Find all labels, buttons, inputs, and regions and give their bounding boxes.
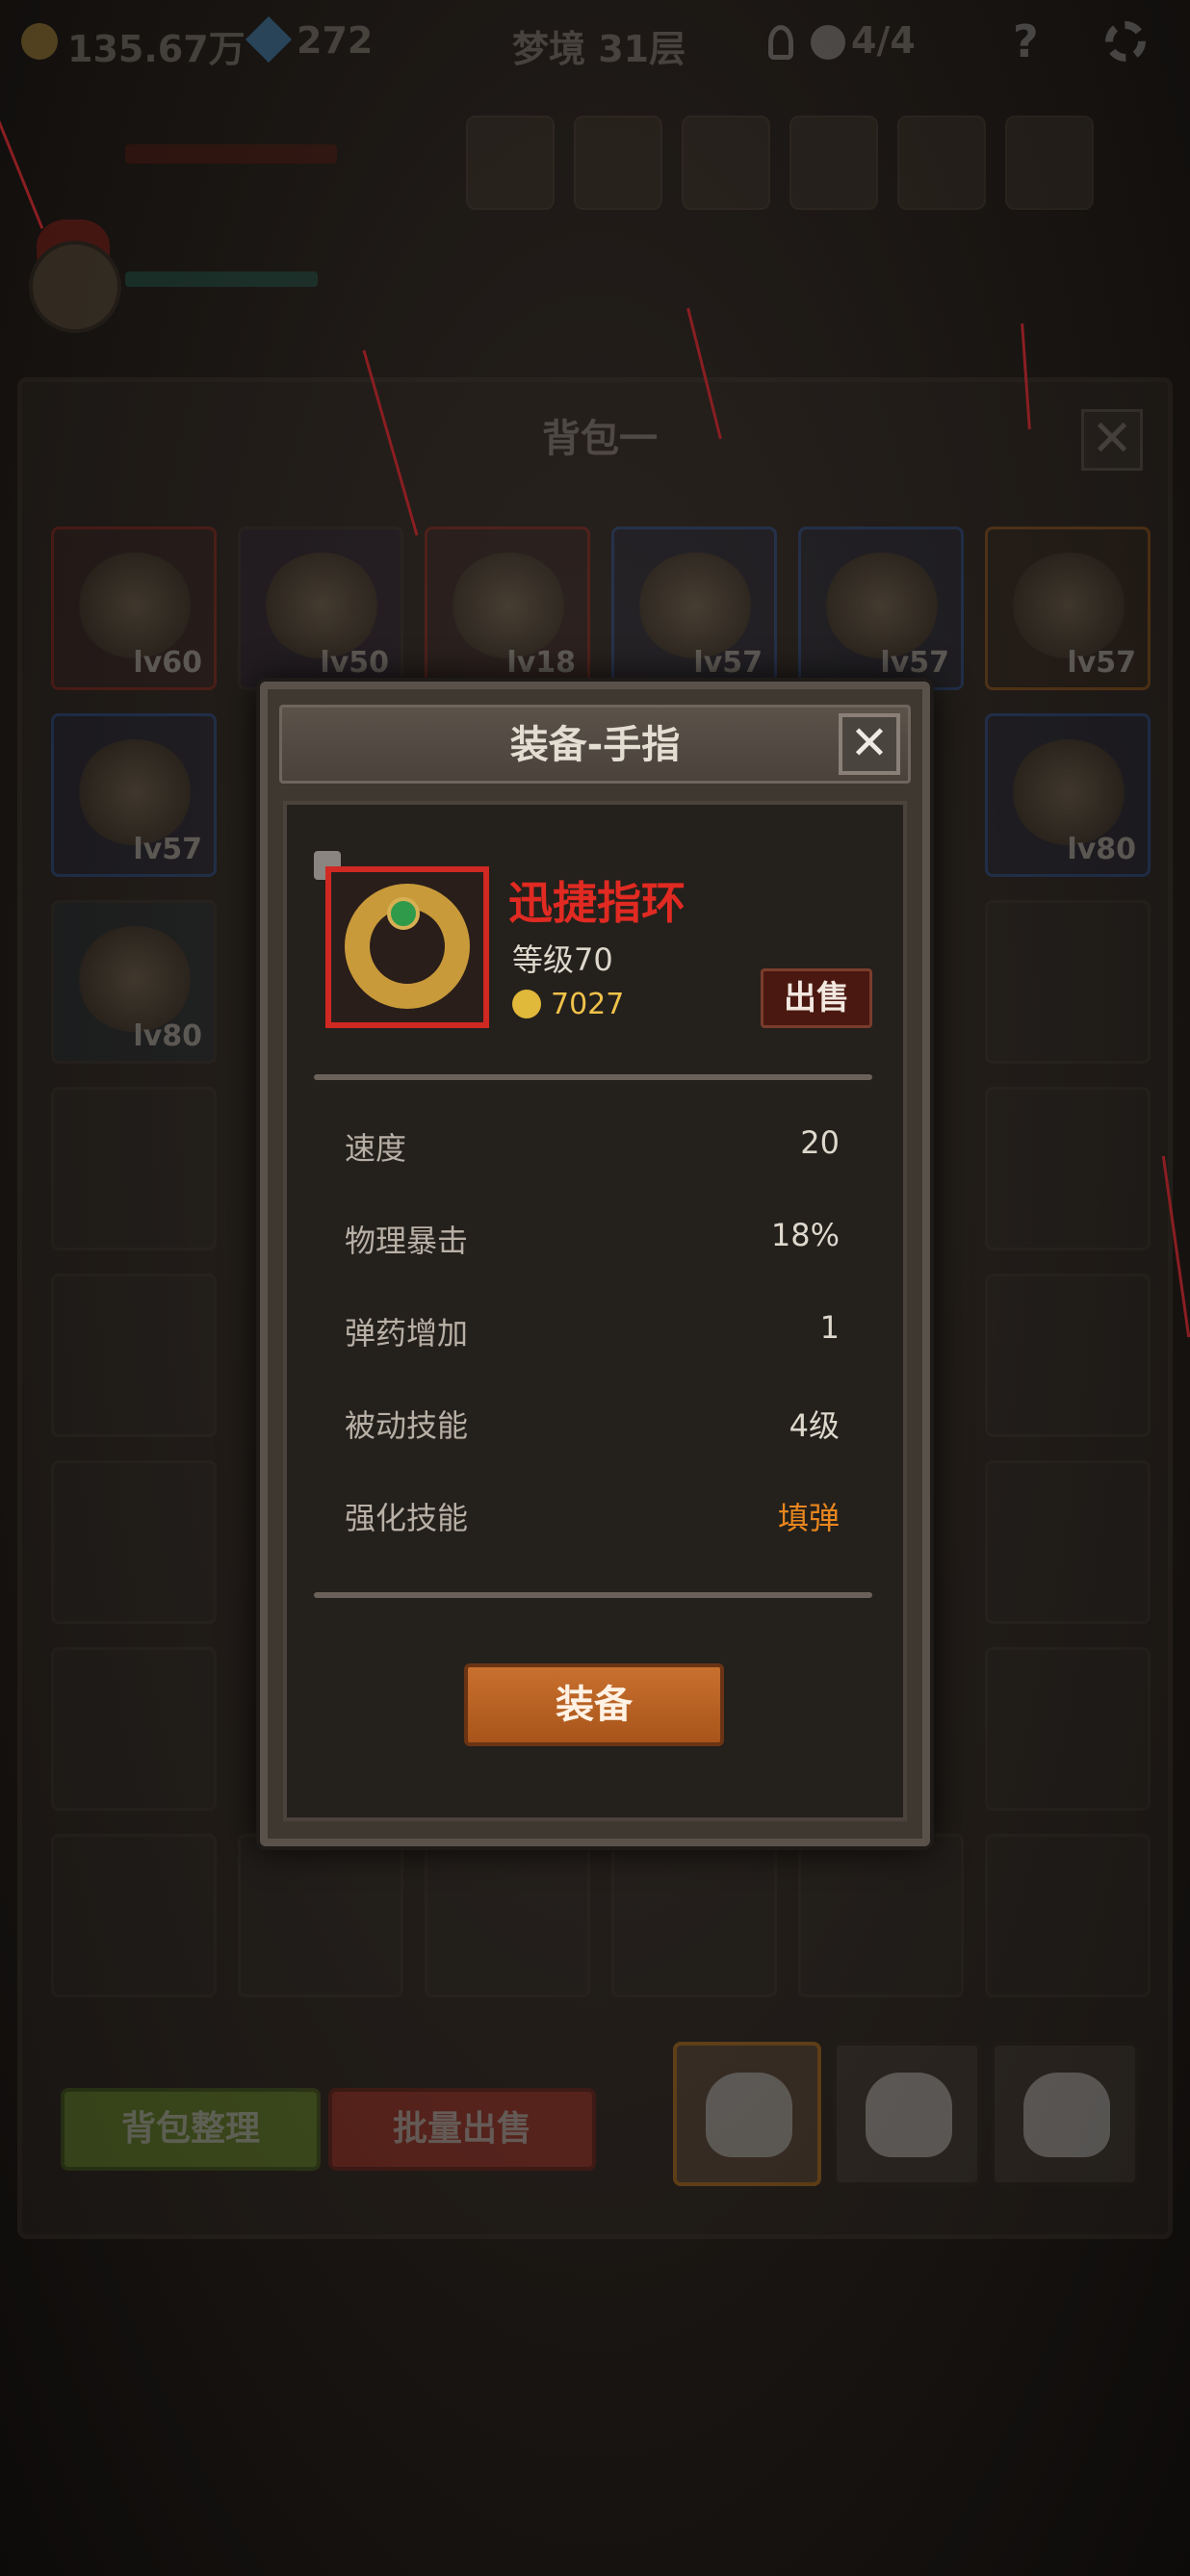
dialog-close-button[interactable]: ✕ — [839, 713, 900, 775]
empty-bag-slot[interactable] — [238, 1834, 403, 1997]
bag-slot[interactable]: lv57 — [798, 527, 964, 690]
empty-bag-slot[interactable] — [51, 1647, 217, 1811]
empty-bag-slot[interactable] — [51, 1460, 217, 1624]
equip-slot-weapon[interactable] — [682, 116, 770, 210]
item-level: lv60 — [133, 646, 202, 680]
top-status-bar: 135.67万 272 梦境 31层 4/4 ? — [0, 0, 1190, 87]
gold-coin-icon — [21, 23, 58, 60]
skull-icon — [811, 25, 845, 60]
item-level: lv80 — [1067, 833, 1136, 866]
bag-close-button[interactable]: ✕ — [1081, 409, 1143, 471]
bag-slot[interactable]: lv60 — [51, 527, 217, 690]
stat-value: 18% — [770, 1217, 840, 1253]
item-level: lv57 — [880, 646, 949, 680]
stat-label: 弹药增加 — [345, 1315, 469, 1352]
stat-value: 填弹 — [777, 1500, 840, 1536]
stage-label: 梦境 31层 — [512, 28, 686, 70]
equipment-detail-dialog: 装备-手指 ✕ 迅捷指环 等级70 7027 出售 速度 20 物理暴击 18%… — [260, 682, 930, 1846]
backpack-icon — [706, 2073, 792, 2157]
equip-slot-offhand[interactable] — [789, 116, 878, 210]
bag-slot[interactable]: lv18 — [425, 527, 590, 690]
bag-slot[interactable]: lv57 — [611, 527, 777, 690]
empty-bag-slot[interactable] — [611, 1834, 777, 1997]
empty-bag-slot[interactable] — [985, 1834, 1151, 1997]
keys-count: 4/4 — [851, 19, 916, 62]
empty-bag-slot[interactable] — [51, 1274, 217, 1437]
stat-label: 被动技能 — [345, 1407, 469, 1444]
bag-title: 背包一 — [542, 417, 658, 461]
empty-bag-slot[interactable] — [985, 900, 1151, 1064]
diamond-icon — [245, 15, 293, 64]
backpack-icon — [1023, 2073, 1110, 2157]
dagger-icon — [451, 553, 566, 658]
item-price: 7027 — [551, 988, 625, 1021]
bow-icon — [77, 553, 193, 658]
dagger-icon — [264, 553, 379, 658]
item-level: lv57 — [1067, 646, 1136, 680]
experience-bar — [125, 271, 318, 287]
key-icon — [768, 25, 793, 60]
equip-slot-boots[interactable] — [897, 116, 986, 210]
gold-amount: 135.67万 — [67, 28, 246, 70]
empty-bag-slot[interactable] — [425, 1834, 590, 1997]
game-screen: 135.67万 272 梦境 31层 4/4 ? 背包一 ✕ lv60 lv50… — [0, 0, 1190, 2576]
bag-slot[interactable]: lv80 — [51, 900, 217, 1064]
horn-icon — [77, 739, 193, 845]
item-level: lv18 — [506, 646, 576, 680]
hero-hud — [0, 87, 1190, 375]
empty-bag-slot[interactable] — [51, 1087, 217, 1250]
bag-slot[interactable]: lv80 — [985, 713, 1151, 877]
item-level: lv50 — [320, 646, 389, 680]
empty-bag-slot[interactable] — [985, 1087, 1151, 1250]
equip-slot-pet[interactable] — [1005, 116, 1094, 210]
backpack-icon — [866, 2073, 952, 2157]
orb-icon — [637, 553, 753, 658]
crossbow-icon — [77, 926, 193, 1032]
divider — [314, 1074, 872, 1080]
coin-icon — [512, 990, 541, 1018]
divider — [314, 1592, 872, 1598]
sell-button[interactable]: 出售 — [761, 968, 872, 1028]
item-level: lv80 — [133, 1019, 202, 1053]
item-portrait — [325, 866, 489, 1028]
stat-label: 强化技能 — [345, 1500, 469, 1536]
bag-slot[interactable]: lv50 — [238, 527, 403, 690]
settings-gear-icon[interactable] — [1105, 21, 1146, 62]
empty-bag-slot[interactable] — [985, 1460, 1151, 1624]
bag-tab-3[interactable] — [991, 2042, 1139, 2186]
empty-bag-slot[interactable] — [51, 1834, 217, 1997]
gem-amount: 272 — [297, 19, 374, 62]
bulk-sell-button[interactable]: 批量出售 — [328, 2088, 596, 2171]
item-level: 等级70 — [512, 941, 613, 978]
stat-value: 4级 — [789, 1407, 840, 1444]
stat-label: 速度 — [345, 1130, 407, 1167]
sort-bag-button[interactable]: 背包整理 — [61, 2088, 321, 2171]
hero-avatar[interactable] — [29, 241, 121, 333]
item-level: lv57 — [133, 833, 202, 866]
item-level: lv57 — [693, 646, 763, 680]
bag-slot[interactable]: lv57 — [51, 713, 217, 877]
bag-tab-2[interactable] — [833, 2042, 981, 2186]
empty-bag-slot[interactable] — [798, 1834, 964, 1997]
bag-tab-1[interactable] — [673, 2042, 821, 2186]
equip-slot-armor[interactable] — [574, 116, 662, 210]
stat-value: 1 — [819, 1309, 840, 1346]
empty-bag-slot[interactable] — [985, 1647, 1151, 1811]
help-button[interactable]: ? — [1013, 15, 1055, 67]
bag-slot[interactable]: lv57 — [985, 527, 1151, 690]
health-bar — [125, 144, 337, 164]
equip-slot-helmet[interactable] — [466, 116, 555, 210]
dialog-header: 装备-手指 ✕ — [279, 705, 911, 784]
equip-button[interactable]: 装备 — [464, 1663, 724, 1746]
stat-value: 20 — [800, 1124, 840, 1161]
empty-bag-slot[interactable] — [985, 1274, 1151, 1437]
armor-icon — [1011, 739, 1126, 845]
stat-label: 物理暴击 — [345, 1223, 469, 1259]
dialog-title: 装备-手指 — [509, 723, 681, 767]
horn-icon — [1011, 553, 1126, 658]
item-name: 迅捷指环 — [508, 877, 686, 929]
shield-icon — [824, 553, 940, 658]
gem-icon — [387, 897, 420, 930]
